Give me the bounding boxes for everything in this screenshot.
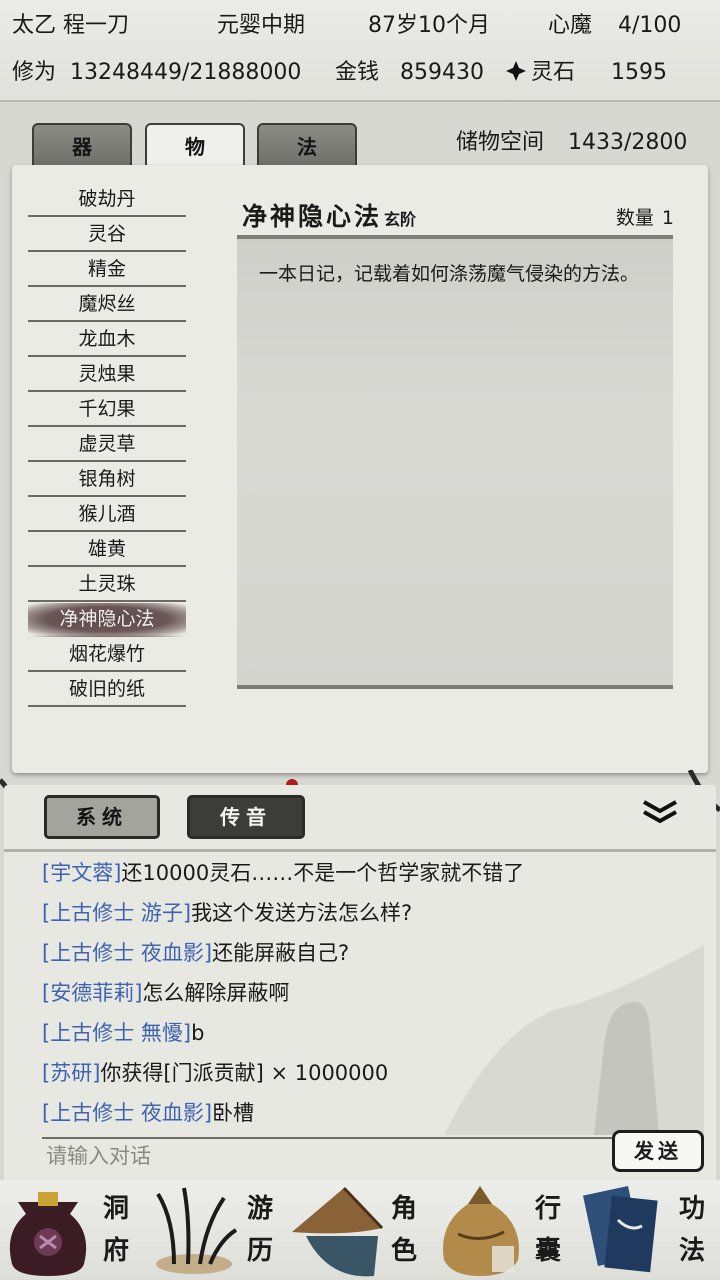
tab-whisper[interactable]: 传音 xyxy=(187,795,305,839)
bundle-bag-icon xyxy=(443,1186,519,1276)
chat-message: [上古修士 夜血影]卧槽 xyxy=(42,1093,692,1133)
spirit-stone-group: 灵石 xyxy=(505,60,575,86)
nav-label: 洞府 xyxy=(102,1194,129,1266)
chat-message: [宇文蓉]还10000灵石……不是一个哲学家就不错了 xyxy=(42,853,692,893)
tab-equipment[interactable]: 器 xyxy=(32,123,132,167)
storage-info: 储物空间 1433/2800 xyxy=(456,124,687,156)
list-item[interactable]: 猴儿酒 xyxy=(28,498,186,532)
storage-label: 储物空间 xyxy=(456,130,545,155)
message-user[interactable]: [上古修士 無懮] xyxy=(42,1021,191,1045)
list-item[interactable]: 灵谷 xyxy=(28,218,186,252)
collapse-chevron-icon[interactable] xyxy=(642,799,678,825)
demon-value: 4/100 xyxy=(618,13,682,38)
send-button[interactable]: 发送 xyxy=(612,1130,704,1172)
list-item[interactable]: 龙血木 xyxy=(28,323,186,357)
herb-icon xyxy=(156,1187,238,1274)
item-rank: 玄阶 xyxy=(384,210,417,229)
message-text: 我这个发送方法怎么样? xyxy=(191,901,413,925)
nav-character[interactable]: 角色 xyxy=(288,1180,432,1280)
straw-hat-icon xyxy=(292,1186,384,1277)
list-item[interactable]: 千幻果 xyxy=(28,393,186,427)
list-item[interactable]: 土灵珠 xyxy=(28,568,186,602)
message-user[interactable]: [上古修士 夜血影] xyxy=(42,941,212,965)
message-user[interactable]: [上古修士 夜血影] xyxy=(42,1101,212,1125)
list-item[interactable]: 烟花爆竹 xyxy=(28,638,186,672)
spirit-stone-label: 灵石 xyxy=(531,60,576,85)
spirit-stone-icon xyxy=(506,61,526,81)
bottom-nav: 洞府 游历 角色 行囊 功法 xyxy=(0,1180,720,1280)
nav-label: 游历 xyxy=(246,1194,273,1266)
chat-panel: 系统 传音 [宇文蓉]还10000灵石……不是一个哲学家就不错了 [上古修士 游… xyxy=(4,785,716,1181)
chat-message: [上古修士 無懮]b xyxy=(42,1013,692,1053)
nav-travel[interactable]: 游历 xyxy=(144,1180,288,1280)
message-text: 卧槽 xyxy=(212,1101,255,1125)
realm-text: 元婴中期 xyxy=(217,13,306,38)
nav-techniques[interactable]: 功法 xyxy=(576,1180,720,1280)
item-title: 净神隐心法 玄阶 xyxy=(242,197,416,233)
list-item[interactable]: 虚灵草 xyxy=(28,428,186,462)
item-description: 一本日记，记载着如何涤荡魔气侵染的方法。 xyxy=(259,263,640,285)
list-item[interactable]: 精金 xyxy=(28,253,186,287)
demon-label: 心魔 xyxy=(548,13,593,38)
status-header: 太乙 程一刀 元婴中期 87岁10个月 心魔 4/100 修为 13248449… xyxy=(0,0,720,102)
quantity-label: 数量 xyxy=(615,207,654,229)
chat-message: [上古修士 夜血影]还能屏蔽自己? xyxy=(42,933,692,973)
chat-message: [安德菲莉]怎么解除屏蔽啊 xyxy=(42,973,692,1013)
item-quantity: 数量 1 xyxy=(616,203,674,230)
message-text: 怎么解除屏蔽啊 xyxy=(142,981,290,1005)
tab-items[interactable]: 物 xyxy=(145,123,245,167)
chat-message: [上古修士 游子]我这个发送方法怎么样? xyxy=(42,893,692,933)
message-list: [宇文蓉]还10000灵石……不是一个哲学家就不错了 [上古修士 游子]我这个发… xyxy=(42,853,692,1133)
message-text: 你获得[门派贡献] × 1000000 xyxy=(100,1061,389,1085)
list-item[interactable]: 破劫丹 xyxy=(28,183,186,217)
spirit-stone-value: 1595 xyxy=(611,60,667,85)
list-item[interactable]: 雄黄 xyxy=(28,533,186,567)
message-text: 还能屏蔽自己? xyxy=(212,941,350,965)
list-item[interactable]: 灵烛果 xyxy=(28,358,186,392)
list-item[interactable]: 银角树 xyxy=(28,463,186,497)
books-icon xyxy=(583,1186,658,1273)
nav-label: 行囊 xyxy=(534,1194,561,1266)
item-list: 破劫丹 灵谷 精金 魔烬丝 龙血木 灵烛果 千幻果 虚灵草 银角树 猴儿酒 雄黄… xyxy=(28,183,186,708)
list-item[interactable]: 破旧的纸 xyxy=(28,673,186,707)
inventory-panel: 破劫丹 灵谷 精金 魔烬丝 龙血木 灵烛果 千幻果 虚灵草 银角树 猴儿酒 雄黄… xyxy=(12,165,708,773)
nav-label: 角色 xyxy=(390,1194,417,1266)
money-value: 859430 xyxy=(400,60,484,85)
quantity-value: 1 xyxy=(661,207,674,229)
tab-techniques[interactable]: 法 xyxy=(257,123,357,167)
money-label: 金钱 xyxy=(335,60,380,85)
message-user[interactable]: [上古修士 游子] xyxy=(42,901,191,925)
chat-divider xyxy=(4,849,716,852)
item-description-box: 一本日记，记载着如何涤荡魔气侵染的方法。 xyxy=(237,235,673,689)
cultivation-value: 13248449/21888000 xyxy=(70,60,302,85)
message-user[interactable]: [宇文蓉] xyxy=(42,861,121,885)
storage-value: 1433/2800 xyxy=(568,130,688,155)
chat-input[interactable]: 请输入对话 xyxy=(46,1139,151,1173)
nav-label: 功法 xyxy=(678,1194,705,1266)
message-text: 还10000灵石……不是一个哲学家就不错了 xyxy=(121,861,525,885)
list-item-selected[interactable]: 净神隐心法 xyxy=(28,603,186,637)
age-text: 87岁10个月 xyxy=(368,13,490,38)
player-name: 太乙 程一刀 xyxy=(12,13,129,38)
cultivation-label: 修为 xyxy=(12,60,57,85)
tab-system[interactable]: 系统 xyxy=(44,795,160,839)
nav-cave[interactable]: 洞府 xyxy=(0,1180,144,1280)
chat-message: [苏研]你获得[门派贡献] × 1000000 xyxy=(42,1053,692,1093)
message-user[interactable]: [苏研] xyxy=(42,1061,100,1085)
nav-bag[interactable]: 行囊 xyxy=(432,1180,576,1280)
item-name: 净神隐心法 xyxy=(242,202,383,231)
message-user[interactable]: [安德菲莉] xyxy=(42,981,142,1005)
treasure-bag-icon xyxy=(9,1192,87,1276)
message-text: b xyxy=(191,1021,205,1045)
list-item[interactable]: 魔烬丝 xyxy=(28,288,186,322)
